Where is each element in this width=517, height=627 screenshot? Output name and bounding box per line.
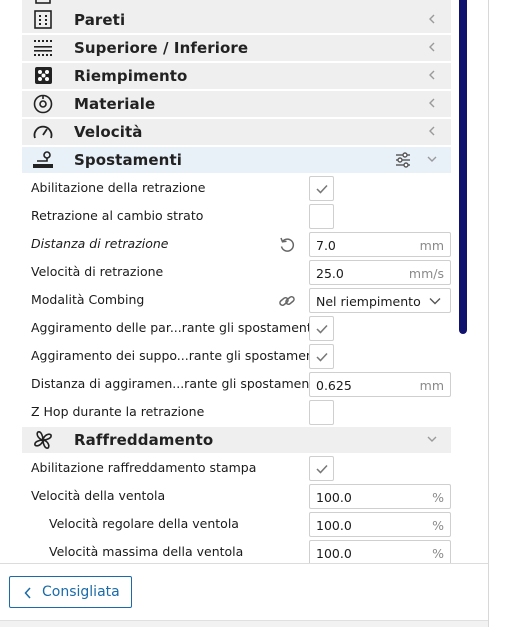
category-label: Velocità [74, 123, 143, 141]
setting-row: Abilitazione della retrazione [22, 174, 451, 202]
chevron-left-icon [24, 587, 31, 599]
category-infill[interactable]: Riempimento [22, 63, 451, 89]
retract-at-layer-change-checkbox[interactable] [309, 204, 334, 229]
button-label: Consigliata [42, 584, 120, 600]
setting-label: Modalità Combing [31, 292, 145, 307]
link-icon[interactable] [278, 292, 296, 310]
category-cooling[interactable]: Raffreddamento [22, 427, 451, 453]
chevron-down-icon [427, 156, 437, 162]
field-value: 0.625 [316, 378, 352, 393]
infill-icon [35, 67, 52, 84]
category-icon [35, 0, 51, 4]
field-unit: mm [419, 238, 444, 253]
walls-icon [34, 10, 52, 29]
setting-row: Distanza di aggiramen...rante gli sposta… [22, 370, 451, 398]
setting-row: Modalità Combing Nel riempimento [22, 286, 451, 314]
travel-avoid-distance-field[interactable]: 0.625 mm [309, 372, 451, 397]
maximum-fan-speed-field[interactable]: 100.0 % [309, 540, 451, 563]
reset-icon[interactable] [278, 236, 296, 254]
category-speed[interactable]: Velocità [22, 119, 451, 145]
chevron-left-icon [429, 70, 435, 80]
setting-label: Distanza di aggiramen...rante gli sposta… [31, 376, 318, 391]
viewport-edge [489, 0, 517, 627]
retraction-enable-checkbox[interactable] [309, 176, 334, 201]
chevron-left-icon [429, 42, 435, 52]
setting-label: Velocità massima della ventola [49, 544, 244, 559]
field-unit: % [432, 490, 444, 505]
combing-mode-select[interactable]: Nel riempimento [309, 288, 451, 313]
avoid-supports-checkbox[interactable] [309, 344, 334, 369]
setting-row: Velocità di retrazione 25.0 mm/s [22, 258, 451, 286]
category-label: Pareti [74, 11, 126, 29]
setting-label: Abilitazione della retrazione [31, 180, 206, 195]
vertical-scrollbar[interactable] [459, 0, 467, 334]
speed-icon [33, 125, 53, 139]
regular-fan-speed-field[interactable]: 100.0 % [309, 512, 451, 537]
setting-row: Retrazione al cambio strato [22, 202, 451, 230]
category-label: Spostamenti [74, 151, 182, 169]
setting-label: Aggiramento delle par...rante gli sposta… [31, 320, 316, 335]
category-label: Superiore / Inferiore [74, 39, 249, 57]
avoid-printed-parts-checkbox[interactable] [309, 316, 334, 341]
cooling-fan-icon [34, 431, 52, 449]
travel-icon [33, 151, 53, 168]
setting-label: Velocità di retrazione [31, 264, 164, 279]
field-unit: % [432, 546, 444, 561]
setting-row: Velocità della ventola 100.0 % [22, 482, 451, 510]
settings-footer: Consigliata [0, 563, 488, 627]
field-unit: mm/s [408, 266, 444, 281]
retraction-speed-field[interactable]: 25.0 mm/s [309, 260, 451, 285]
settings-sliders-icon[interactable] [394, 151, 412, 169]
chevron-down-icon [427, 436, 437, 442]
field-value: 100.0 [316, 546, 352, 561]
top-bottom-icon [34, 40, 52, 56]
category-travel[interactable]: Spostamenti [22, 147, 451, 173]
material-icon [33, 94, 53, 114]
field-value: 100.0 [316, 518, 352, 533]
chevron-down-icon [429, 298, 441, 305]
enable-print-cooling-checkbox[interactable] [309, 456, 334, 481]
fan-speed-field[interactable]: 100.0 % [309, 484, 451, 509]
setting-label: Abilitazione raffreddamento stampa [31, 460, 257, 475]
category-walls[interactable]: Pareti [22, 7, 451, 33]
setting-row: Velocità regolare della ventola 100.0 % [22, 510, 451, 538]
setting-row: Velocità massima della ventola 100.0 % [22, 538, 451, 563]
field-value: 25.0 [316, 266, 344, 281]
setting-row: Aggiramento dei suppo...rante gli sposta… [22, 342, 451, 370]
setting-label: Z Hop durante la retrazione [31, 404, 205, 419]
checkmark-icon [316, 464, 328, 474]
checkmark-icon [316, 184, 328, 194]
setting-label: Velocità della ventola [31, 488, 166, 503]
setting-row: Aggiramento delle par...rante gli sposta… [22, 314, 451, 342]
category-label: Raffreddamento [74, 431, 214, 449]
field-unit: % [432, 518, 444, 533]
field-value: 100.0 [316, 490, 352, 505]
print-settings-panel: Pareti Superiore / Inferiore Riempimento [0, 0, 489, 627]
chevron-left-icon [429, 98, 435, 108]
setting-label: Velocità regolare della ventola [49, 516, 239, 531]
category-top-bottom[interactable]: Superiore / Inferiore [22, 35, 451, 61]
category-label: Riempimento [74, 67, 188, 85]
settings-scroll-area[interactable]: Pareti Superiore / Inferiore Riempimento [0, 0, 488, 563]
setting-label: Retrazione al cambio strato [31, 208, 204, 223]
setting-row: Distanza di retrazione 7.0 mm [22, 230, 451, 258]
setting-label: Aggiramento dei suppo...rante gli sposta… [31, 348, 323, 363]
checkmark-icon [316, 352, 328, 362]
checkmark-icon [316, 324, 328, 334]
category-material[interactable]: Materiale [22, 91, 451, 117]
chevron-left-icon [429, 126, 435, 136]
category-label: Materiale [74, 95, 156, 113]
select-value: Nel riempimento [316, 294, 421, 309]
retraction-distance-field[interactable]: 7.0 mm [309, 232, 451, 257]
setting-row: Abilitazione raffreddamento stampa [22, 454, 451, 482]
field-value: 7.0 [316, 238, 336, 253]
field-unit: mm [419, 378, 444, 393]
setting-row: Z Hop durante la retrazione [22, 398, 451, 426]
recommended-mode-button[interactable]: Consigliata [9, 576, 132, 608]
setting-label: Distanza di retrazione [31, 236, 169, 251]
z-hop-checkbox[interactable] [309, 400, 334, 425]
chevron-left-icon [429, 14, 435, 24]
resize-handle[interactable] [0, 620, 488, 627]
